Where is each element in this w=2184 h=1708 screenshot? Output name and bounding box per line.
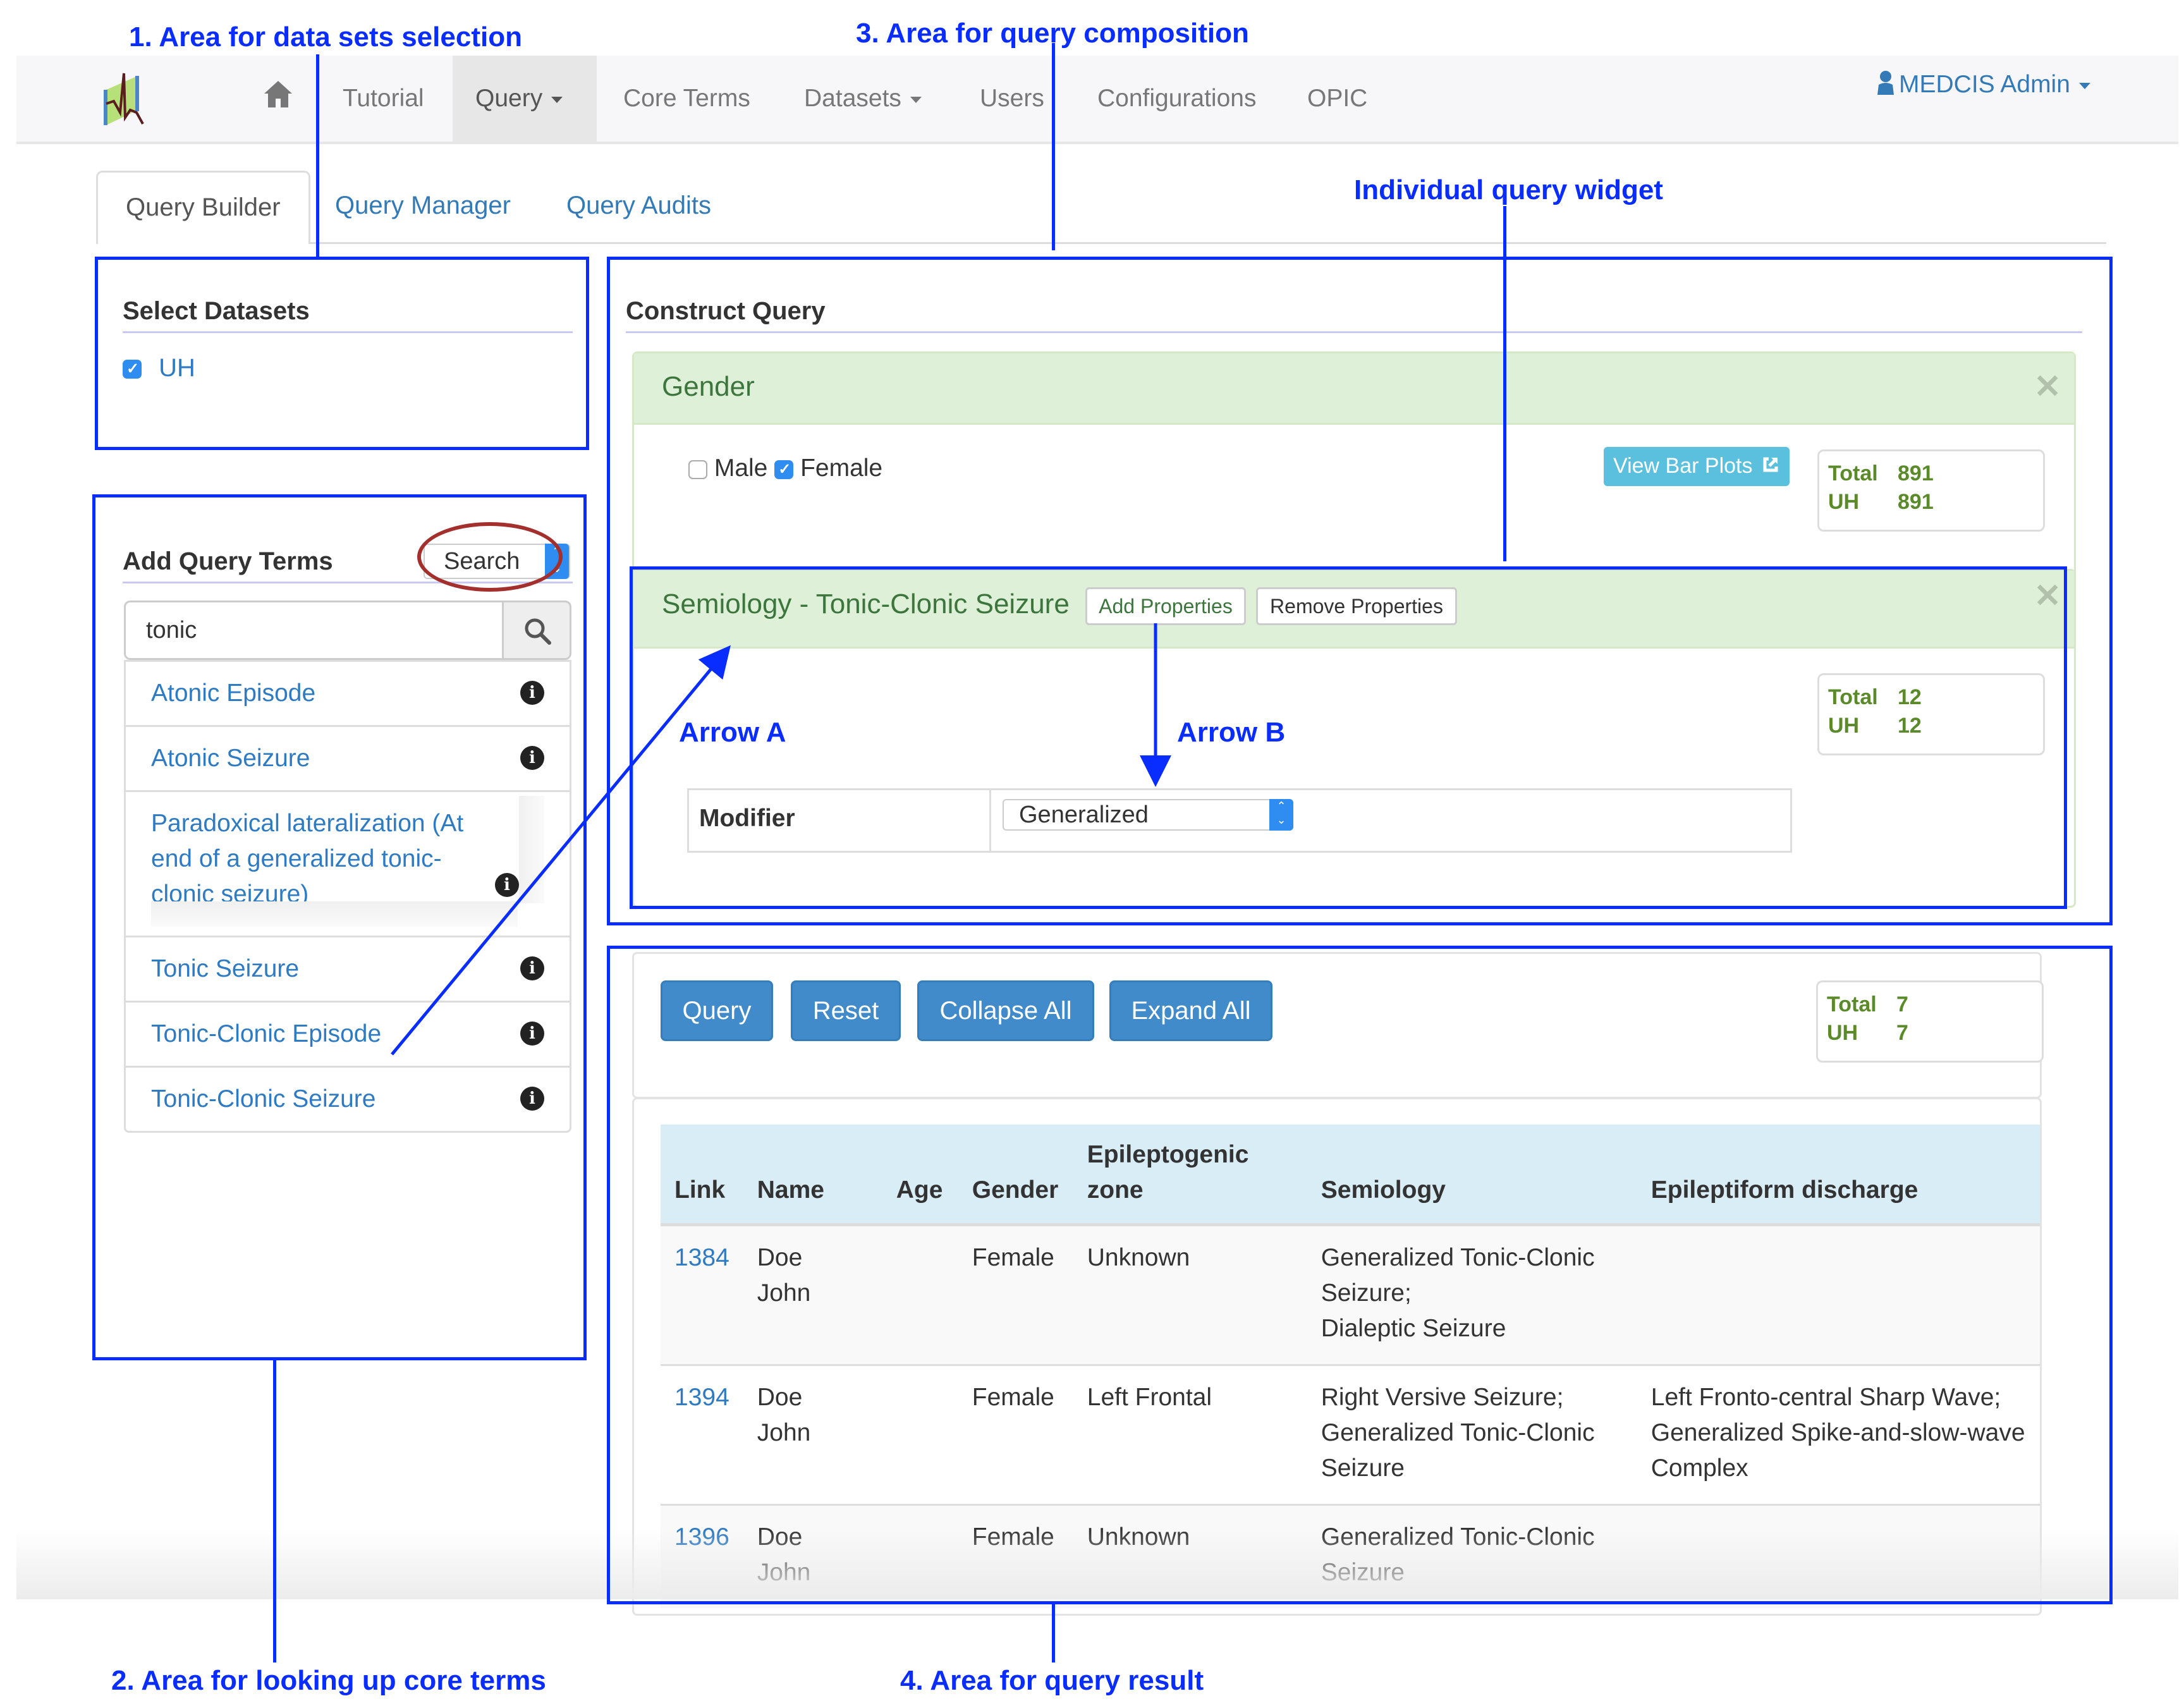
arrow-a <box>391 645 731 1056</box>
annotation-arrows <box>391 623 1171 1056</box>
